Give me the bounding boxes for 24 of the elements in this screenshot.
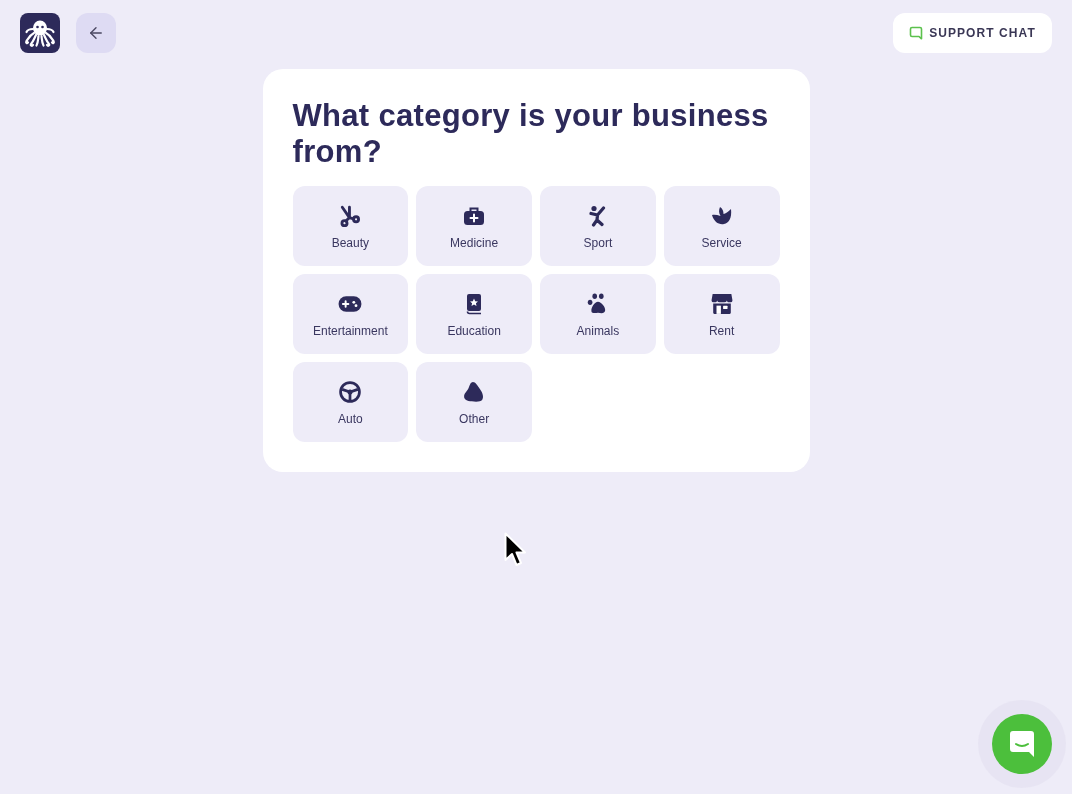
chat-launcher-button[interactable]	[992, 714, 1052, 774]
question-title: What category is your business from?	[292, 98, 770, 170]
category-tile[interactable]: Medicine	[416, 186, 532, 266]
category-tile[interactable]: Rent	[663, 274, 780, 354]
octopus-logo-icon	[20, 13, 60, 53]
blob-icon	[463, 381, 486, 403]
scissors-icon	[339, 205, 362, 227]
chat-bubble-icon	[909, 26, 924, 40]
category-tile[interactable]: Entertainment	[292, 274, 409, 354]
back-button[interactable]	[76, 13, 116, 53]
chat-bubble-icon	[1009, 730, 1035, 758]
support-chat-button[interactable]: SUPPORT CHAT	[893, 13, 1052, 53]
category-tile[interactable]: Sport	[540, 186, 656, 266]
category-tile[interactable]: Animals	[540, 274, 656, 354]
storefront-icon	[710, 293, 733, 315]
category-tile[interactable]: Auto	[292, 362, 409, 442]
medical-case-icon	[463, 205, 486, 227]
category-tile[interactable]: Other	[416, 362, 532, 442]
category-tile[interactable]: Education	[416, 274, 532, 354]
lotus-icon	[710, 205, 733, 227]
category-tile[interactable]: Beauty	[292, 186, 409, 266]
category-tile[interactable]: Service	[663, 186, 780, 266]
steering-wheel-icon	[339, 381, 362, 403]
gamepad-icon	[338, 293, 363, 315]
